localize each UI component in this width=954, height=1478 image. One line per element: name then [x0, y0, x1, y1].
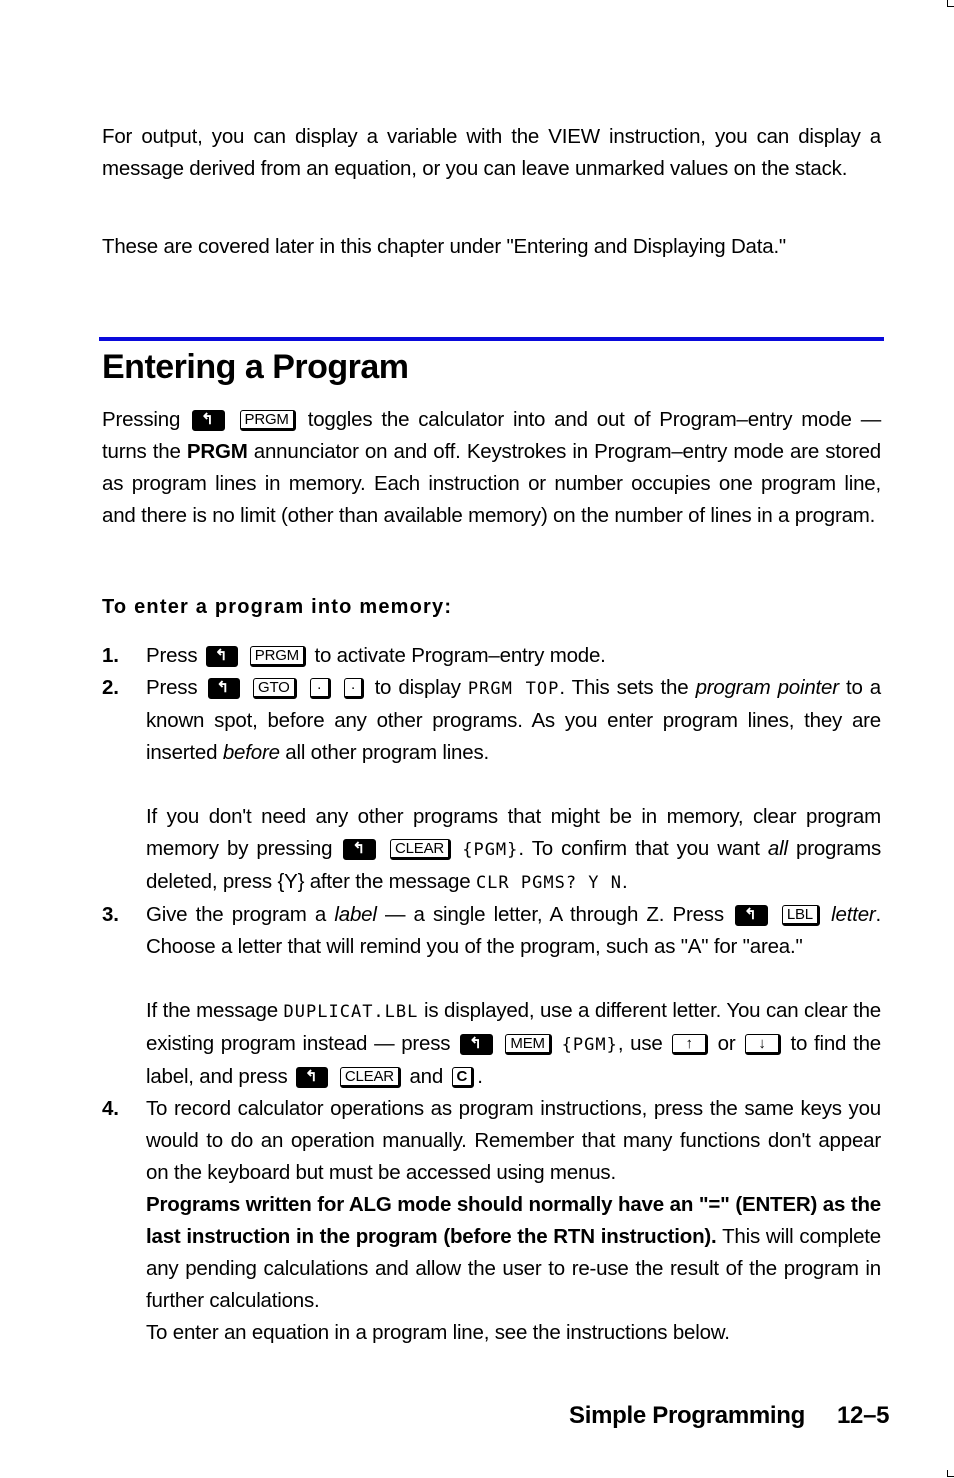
down-arrow-key-icon: ↓ [745, 1034, 781, 1055]
page-number: 12–5 [836, 1402, 890, 1429]
steps-list: 1. Press ↰ PRGM to activate Program–entr… [102, 640, 881, 1349]
lcd-message: PRGM TOP [467, 679, 560, 699]
text: If the message [146, 999, 278, 1022]
text: . This sets the [559, 676, 689, 699]
step-1: 1. Press ↰ PRGM to activate Program–entr… [102, 640, 881, 672]
text: to activate Program–entry mode. [314, 644, 606, 667]
shift-key-icon: ↰ [205, 646, 239, 667]
page-footer: Simple Programming 12–5 [569, 1402, 889, 1430]
text: . [477, 1065, 483, 1088]
shift-key-icon: ↰ [192, 410, 225, 431]
text: all other program lines. [285, 741, 489, 764]
step-number: 3. [102, 903, 119, 926]
text: Pressing [102, 408, 181, 431]
lcd-message: DUPLICAT.LBL [283, 1002, 419, 1022]
step-2-note: If you don't need any other programs tha… [146, 801, 881, 899]
shift-key-icon: ↰ [296, 1067, 329, 1088]
step-number: 1. [102, 644, 119, 667]
text: Press [146, 644, 198, 667]
menu-pgm: {PGM} [561, 1035, 618, 1055]
footer-chapter: Simple Programming [569, 1402, 805, 1429]
clear-key: CLEAR [390, 839, 452, 860]
emphasis: before [222, 741, 280, 764]
step-2: 2. Press ↰ GTO · · to display PRGM TOP. … [102, 672, 881, 899]
shift-key-icon: ↰ [460, 1034, 493, 1055]
shift-key-icon: ↰ [207, 678, 240, 699]
menu-pgm: {PGM} [462, 840, 519, 860]
crop-mark-top [947, 0, 954, 7]
step-3-note: If the message DUPLICAT.LBL is displayed… [146, 995, 881, 1093]
emphasis: letter [831, 903, 876, 926]
text: Press [146, 676, 198, 699]
text: To enter an equation in a program line, … [146, 1321, 730, 1344]
intro-paragraph-reference: These are covered later in this chapter … [102, 235, 787, 258]
shift-key-icon: ↰ [343, 839, 376, 860]
dot-key: · [343, 678, 365, 699]
text: and [409, 1065, 444, 1088]
text: , use [617, 1032, 663, 1055]
step-number: 4. [102, 1097, 119, 1120]
step-4: 4. To record calculator operations as pr… [102, 1093, 881, 1349]
prgm-key: PRGM [249, 646, 306, 667]
step-3: 3. Give the program a label — a single l… [102, 899, 881, 1093]
lbl-key: LBL [781, 905, 820, 926]
text: to display [374, 676, 461, 699]
mem-key: MEM [505, 1034, 552, 1055]
section-intro-paragraph: Pressing ↰ PRGM toggles the calculator i… [102, 404, 881, 532]
up-arrow-key-icon: ↑ [672, 1034, 708, 1055]
dot-key: · [309, 678, 331, 699]
text: — a single letter, A through Z. Press [384, 903, 724, 926]
text: . [622, 870, 628, 893]
shift-key-icon: ↰ [735, 905, 768, 926]
procedure-heading: To enter a program into memory: [102, 596, 453, 618]
section-title: Entering a Program [102, 348, 409, 386]
clear-key: CLEAR [339, 1067, 401, 1088]
emphasis: all [767, 837, 788, 860]
text: Give the program a [146, 903, 327, 926]
intro-paragraph-output: For output, you can display a variable w… [102, 125, 881, 180]
text: or [717, 1032, 736, 1055]
emphasis: label [334, 903, 377, 926]
emphasis: program pointer [695, 676, 840, 699]
step-number: 2. [102, 676, 119, 699]
text: . To confirm that you want [518, 837, 760, 860]
text: To record calculator operations as progr… [146, 1097, 881, 1184]
c-key: C [451, 1067, 475, 1088]
lcd-message: CLR PGMS? Y N [475, 873, 622, 893]
gto-key: GTO [253, 678, 297, 699]
crop-mark-bottom [947, 1470, 954, 1477]
prgm-annunciator-label: PRGM [186, 440, 248, 463]
prgm-key: PRGM [239, 410, 296, 431]
section-rule [99, 337, 884, 341]
